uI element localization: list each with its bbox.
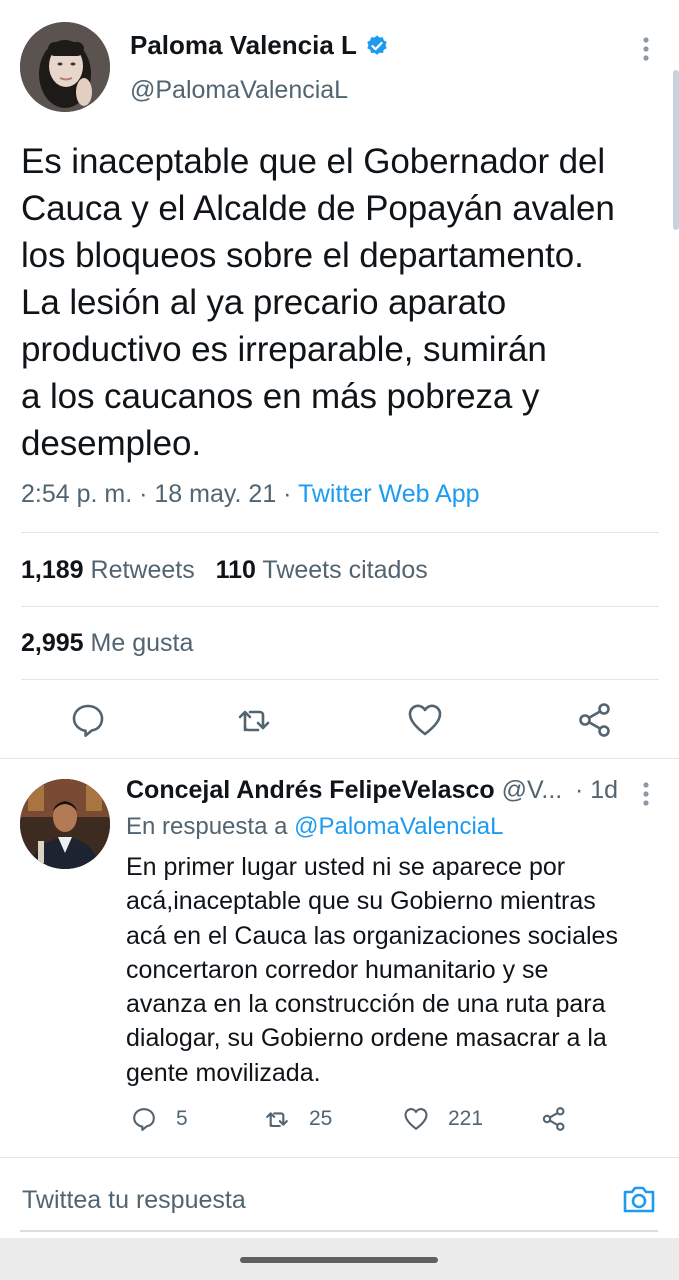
more-vertical-icon[interactable]	[638, 36, 654, 62]
likes-label: Me gusta	[90, 629, 194, 657]
reply-like-button[interactable]: 221	[402, 1102, 483, 1136]
tweet-text: Es inaceptable que el Gobernador del Cau…	[21, 142, 615, 463]
tweet-metadata: 2:54 p. m. · 18 may. 21 · Twitter Web Ap…	[21, 480, 480, 509]
tweet-time: 2:54 p. m.	[21, 480, 133, 508]
retweets-count: 1,189	[21, 556, 84, 584]
likes-count: 2,995	[21, 629, 84, 657]
reply-reply-button[interactable]: 5	[130, 1102, 188, 1136]
quotes-count: 110	[215, 556, 256, 584]
reply-text: En primer lugar usted ni se aparece por …	[126, 853, 618, 1087]
quotes-label: Tweets citados	[262, 556, 428, 584]
replying-to-label: En respuesta a	[126, 813, 288, 840]
heart-icon[interactable]	[405, 700, 445, 740]
reply-like-count: 221	[448, 1107, 484, 1130]
meta-separator: ·	[276, 480, 298, 508]
author-name[interactable]: Paloma Valencia L	[130, 30, 389, 61]
reply-icon[interactable]	[68, 700, 108, 740]
divider	[21, 606, 659, 607]
heart-icon	[404, 1108, 428, 1130]
reply-share-button[interactable]	[540, 1102, 586, 1136]
retweet-icon[interactable]	[234, 700, 274, 740]
meta-separator: ·	[132, 480, 155, 508]
camera-icon[interactable]	[620, 1180, 658, 1218]
divider	[21, 679, 659, 680]
verified-badge-icon	[365, 34, 389, 58]
author-handle[interactable]: @PalomaValenciaL	[130, 76, 348, 105]
reply-author-handle[interactable]: @V...	[502, 776, 563, 804]
reply-author-name[interactable]: Concejal Andrés FelipeVelasco	[126, 776, 495, 804]
section-divider	[0, 1157, 679, 1158]
retweet-stats: 1,189 Retweets 110 Tweets citados	[21, 556, 428, 585]
source-app-link[interactable]: Twitter Web App	[298, 480, 480, 508]
reply-compose-input[interactable]: Twittea tu respuesta	[22, 1186, 246, 1215]
retweets-label: Retweets	[90, 556, 195, 584]
reply-icon	[133, 1108, 155, 1131]
author-name-text[interactable]: Paloma Valencia L	[130, 30, 357, 61]
replying-to-mention[interactable]: @PalomaValenciaL	[294, 813, 503, 840]
divider	[21, 532, 659, 533]
author-avatar[interactable]	[20, 22, 110, 112]
retweets-link[interactable]: 1,189 Retweets	[21, 556, 195, 584]
scrollbar[interactable]	[673, 70, 679, 230]
reply-author-avatar[interactable]	[20, 779, 110, 869]
share-icon	[542, 1107, 565, 1131]
home-gesture-pill[interactable]	[240, 1257, 438, 1263]
reply-retweet-count: 25	[309, 1107, 333, 1130]
quotes-link[interactable]: 110 Tweets citados	[216, 556, 428, 584]
reply-reply-count: 5	[176, 1107, 188, 1130]
compose-underline	[20, 1230, 658, 1232]
likes-link[interactable]: 2,995 Me gusta	[21, 629, 193, 658]
share-icon[interactable]	[575, 700, 615, 740]
reply-time[interactable]: · 1d	[575, 776, 618, 805]
retweet-icon	[266, 1112, 288, 1128]
replying-to: En respuesta a @PalomaValenciaL	[126, 813, 503, 841]
more-vertical-icon[interactable]	[638, 781, 654, 807]
reply-retweet-button[interactable]: 25	[263, 1102, 332, 1136]
section-divider	[0, 758, 679, 759]
tweet-date: 18 may. 21	[154, 480, 277, 508]
